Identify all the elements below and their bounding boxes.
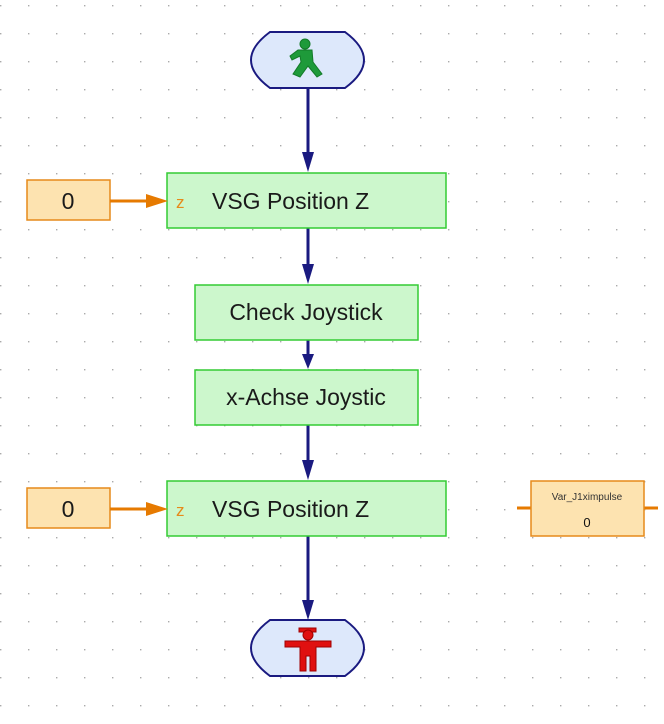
input-port-label: z bbox=[176, 193, 185, 212]
block-label: Check Joystick bbox=[229, 299, 383, 325]
block-label: x-Achse Joystic bbox=[226, 384, 386, 410]
grid-background bbox=[0, 0, 664, 724]
start-element[interactable] bbox=[249, 31, 366, 89]
stop-element[interactable] bbox=[249, 619, 366, 677]
variable-value: 0 bbox=[583, 515, 590, 530]
block-label: VSG Position Z bbox=[212, 188, 369, 214]
command-block-vsg-position-z-2[interactable]: VSG Position Z z bbox=[166, 480, 447, 537]
flowchart-canvas[interactable]: VSG Position Z z 0 Check Joystick x-Achs… bbox=[0, 0, 664, 724]
input-port-label: z bbox=[176, 501, 185, 520]
constant-input-2[interactable]: 0 bbox=[26, 487, 111, 529]
constant-value: 0 bbox=[62, 188, 75, 214]
block-label: VSG Position Z bbox=[212, 496, 369, 522]
constant-value: 0 bbox=[62, 496, 75, 522]
subprogram-x-achse-joystic[interactable]: x-Achse Joystic bbox=[194, 369, 419, 426]
subprogram-check-joystick[interactable]: Check Joystick bbox=[194, 284, 419, 341]
variable-name: Var_J1ximpulse bbox=[552, 492, 623, 503]
command-block-vsg-position-z-1[interactable]: VSG Position Z z bbox=[166, 172, 447, 229]
constant-input-1[interactable]: 0 bbox=[26, 179, 111, 221]
variable-element[interactable]: Var_J1ximpulse 0 bbox=[517, 480, 658, 537]
